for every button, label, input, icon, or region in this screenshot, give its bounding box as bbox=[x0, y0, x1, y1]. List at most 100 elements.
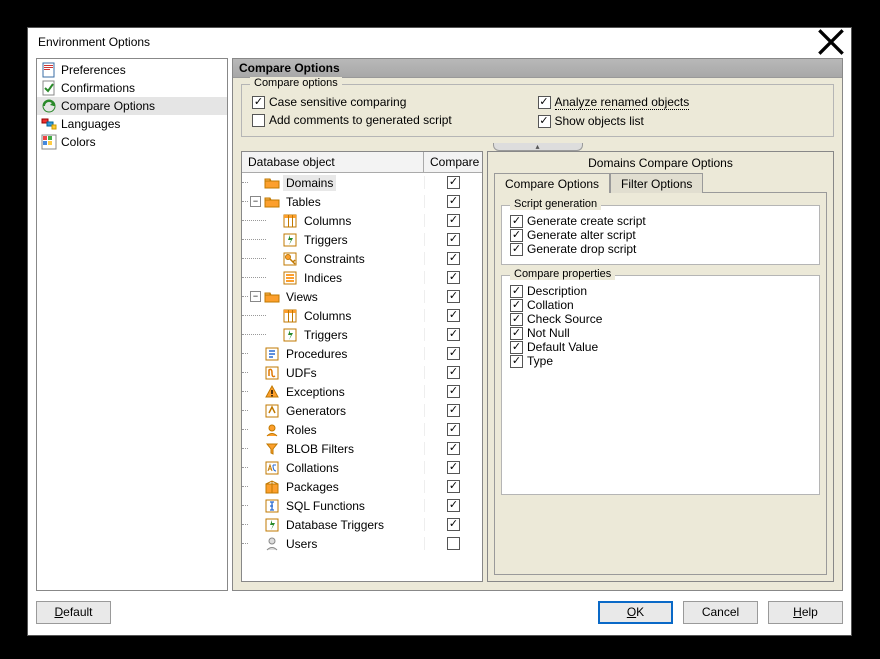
script-generation-group: Script generation Generate create script… bbox=[501, 205, 820, 265]
checkbox-analyze-renamed[interactable]: Analyze renamed objects bbox=[538, 95, 824, 110]
ok-button[interactable]: OK bbox=[598, 601, 673, 624]
help-button[interactable]: Help bbox=[768, 601, 843, 624]
tree-body[interactable]: DomainsTablesColumnsTriggersConstraintsI… bbox=[242, 173, 482, 581]
close-button[interactable] bbox=[817, 31, 845, 53]
tree-row-label: Views bbox=[283, 289, 321, 305]
compare-checkbox[interactable] bbox=[447, 233, 460, 246]
trigger-icon bbox=[264, 517, 280, 533]
proc-icon bbox=[264, 346, 280, 362]
tree-row[interactable]: Indices bbox=[242, 268, 482, 287]
nav-item-languages[interactable]: Languages bbox=[37, 115, 227, 133]
tree-row[interactable]: SQL Functions bbox=[242, 496, 482, 515]
compare-checkbox[interactable] bbox=[447, 195, 460, 208]
compare-checkbox[interactable] bbox=[447, 404, 460, 417]
user-icon bbox=[264, 536, 280, 552]
tree-row[interactable]: Exceptions bbox=[242, 382, 482, 401]
tree-row[interactable]: Packages bbox=[242, 477, 482, 496]
compare-checkbox[interactable] bbox=[447, 176, 460, 189]
compare-checkbox[interactable] bbox=[447, 423, 460, 436]
tree-row[interactable]: Triggers bbox=[242, 230, 482, 249]
checkbox-icon bbox=[510, 355, 523, 368]
checkbox-check-source[interactable]: Check Source bbox=[510, 312, 811, 326]
tree-row[interactable]: Constraints bbox=[242, 249, 482, 268]
cancel-button[interactable]: Cancel bbox=[683, 601, 758, 624]
checkbox-icon bbox=[510, 299, 523, 312]
nav-item-label: Confirmations bbox=[61, 81, 135, 95]
tree-row[interactable]: Collations bbox=[242, 458, 482, 477]
index-icon bbox=[282, 270, 298, 286]
tree-row[interactable]: Roles bbox=[242, 420, 482, 439]
checkbox-generate-alter-script[interactable]: Generate alter script bbox=[510, 228, 811, 242]
compare-checkbox[interactable] bbox=[447, 309, 460, 322]
checkbox-generate-create-script[interactable]: Generate create script bbox=[510, 214, 811, 228]
nav-item-preferences[interactable]: Preferences bbox=[37, 61, 227, 79]
compare-checkbox[interactable] bbox=[447, 347, 460, 360]
panel-header: Compare Options bbox=[233, 59, 842, 78]
compare-checkbox[interactable] bbox=[447, 480, 460, 493]
splitter-handle[interactable] bbox=[241, 143, 834, 151]
func-icon bbox=[264, 498, 280, 514]
compare-checkbox[interactable] bbox=[447, 271, 460, 284]
trigger-icon bbox=[282, 327, 298, 343]
page-icon bbox=[41, 62, 57, 78]
tree-row[interactable]: Domains bbox=[242, 173, 482, 192]
tree-row[interactable]: Database Triggers bbox=[242, 515, 482, 534]
compare-checkbox[interactable] bbox=[447, 442, 460, 455]
compare-checkbox[interactable] bbox=[447, 290, 460, 303]
checkbox-icon bbox=[510, 215, 523, 228]
tree-row[interactable]: BLOB Filters bbox=[242, 439, 482, 458]
checkbox-show-objects[interactable]: Show objects list bbox=[538, 114, 824, 128]
tree-row[interactable]: Triggers bbox=[242, 325, 482, 344]
nav-item-colors[interactable]: Colors bbox=[37, 133, 227, 151]
columns-icon bbox=[282, 308, 298, 324]
compare-checkbox[interactable] bbox=[447, 537, 460, 550]
compare-checkbox[interactable] bbox=[447, 252, 460, 265]
compare-checkbox[interactable] bbox=[447, 214, 460, 227]
nav-item-confirmations[interactable]: Confirmations bbox=[37, 79, 227, 97]
collapse-icon[interactable] bbox=[250, 291, 261, 302]
checkbox-label: Generate alter script bbox=[527, 228, 636, 242]
tree-row-label: UDFs bbox=[283, 365, 320, 381]
tree-row-label: Tables bbox=[283, 194, 324, 210]
collapse-icon[interactable] bbox=[250, 196, 261, 207]
checkbox-label: Generate create script bbox=[527, 214, 646, 228]
checkbox-generate-drop-script[interactable]: Generate drop script bbox=[510, 242, 811, 256]
compare-checkbox[interactable] bbox=[447, 499, 460, 512]
checkbox-case-sensitive[interactable]: Case sensitive comparing bbox=[252, 95, 538, 109]
compare-checkbox[interactable] bbox=[447, 461, 460, 474]
default-button[interactable]: Default bbox=[36, 601, 111, 624]
checkbox-collation[interactable]: Collation bbox=[510, 298, 811, 312]
checkbox-icon bbox=[252, 96, 265, 109]
tab-filter-options[interactable]: Filter Options bbox=[610, 173, 703, 193]
tree-row[interactable]: UDFs bbox=[242, 363, 482, 382]
checkbox-type[interactable]: Type bbox=[510, 354, 811, 368]
checkbox-not-null[interactable]: Not Null bbox=[510, 326, 811, 340]
tree-row[interactable]: Columns bbox=[242, 211, 482, 230]
checkbox-description[interactable]: Description bbox=[510, 284, 811, 298]
compare-checkbox[interactable] bbox=[447, 328, 460, 341]
nav-item-compare-options[interactable]: Compare Options bbox=[37, 97, 227, 115]
tree-row-label: Triggers bbox=[301, 232, 351, 248]
tree-row[interactable]: Columns bbox=[242, 306, 482, 325]
tab-compare-options[interactable]: Compare Options bbox=[494, 173, 610, 193]
tree-row[interactable]: Views bbox=[242, 287, 482, 306]
compare-checkbox[interactable] bbox=[447, 385, 460, 398]
tree-row[interactable]: Generators bbox=[242, 401, 482, 420]
tree-row[interactable]: Users bbox=[242, 534, 482, 553]
options-panel: Compare Options Compare options Case sen… bbox=[232, 58, 843, 591]
tree-row-label: Constraints bbox=[301, 251, 368, 267]
compare-checkbox[interactable] bbox=[447, 518, 460, 531]
checkbox-icon bbox=[510, 285, 523, 298]
tree-row[interactable]: Tables bbox=[242, 192, 482, 211]
tree-col-object: Database object bbox=[242, 152, 424, 172]
tree-row[interactable]: Procedures bbox=[242, 344, 482, 363]
columns-icon bbox=[282, 213, 298, 229]
warn-icon bbox=[264, 384, 280, 400]
nav-item-label: Colors bbox=[61, 135, 96, 149]
checkbox-default-value[interactable]: Default Value bbox=[510, 340, 811, 354]
checkbox-label: Show objects list bbox=[555, 114, 644, 128]
compare-checkbox[interactable] bbox=[447, 366, 460, 379]
checkbox-add-comments[interactable]: Add comments to generated script bbox=[252, 113, 538, 127]
environment-options-dialog: Environment Options PreferencesConfirmat… bbox=[27, 27, 852, 636]
group-title: Compare properties bbox=[510, 268, 615, 280]
